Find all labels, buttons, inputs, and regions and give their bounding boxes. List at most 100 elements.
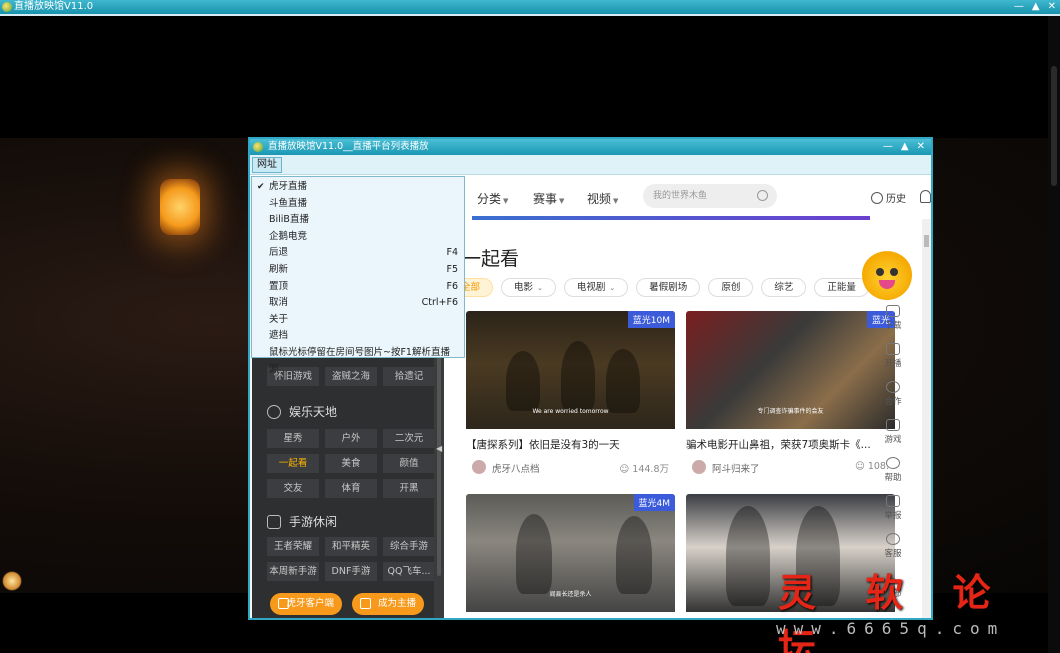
filter-chip[interactable]: 原创 <box>708 278 754 297</box>
sidebar-item[interactable]: 拾遗记 <box>383 367 435 386</box>
menu-item-huya[interactable]: ✔ 虎牙直播 <box>252 179 464 196</box>
menu-item-refresh[interactable]: 刷新 F5 <box>252 262 464 279</box>
page-title: 一起看 <box>462 248 520 270</box>
author-name[interactable]: 阿斗归来了 <box>712 461 760 475</box>
video-thumbnail[interactable]: 专门调查诈骗事件的会友 蓝光 <box>686 311 895 429</box>
sidebar-item[interactable]: 颜值 <box>383 454 435 473</box>
user-icon[interactable] <box>920 190 931 203</box>
video-meta: 虎牙八点档 144.8万 <box>466 458 675 476</box>
sidebar-item[interactable]: DNF手游 <box>325 562 377 581</box>
nav-events[interactable]: 赛事 ▼ <box>533 190 564 207</box>
menu-item-pin-top[interactable]: 置顶 F6 <box>252 279 464 296</box>
sidebar-item[interactable]: 本周新手游 <box>267 562 319 581</box>
video-subtitle: 专门调查诈骗事件的会友 <box>757 408 824 415</box>
lantern-light <box>160 179 200 235</box>
inner-scrollbar[interactable] <box>922 219 931 618</box>
inner-window-title: 直播放映馆V11.0__直播平台列表播放 <box>268 141 429 152</box>
rail-start-stream[interactable]: 开播 <box>877 343 909 369</box>
rail-cooperation[interactable]: 合作 <box>877 381 909 407</box>
filter-chip[interactable]: 电影 ⌄ <box>501 278 556 297</box>
sidebar-item[interactable]: 交友 <box>267 479 319 498</box>
menu-item-label: 置顶 <box>269 280 289 292</box>
menu-url[interactable]: 网址 <box>252 157 282 173</box>
minimize-button[interactable]: — <box>1014 0 1024 14</box>
section-title: 手游休闲 <box>289 515 338 529</box>
sidebar-item-active[interactable]: 一起看 <box>267 454 319 473</box>
chevron-down-icon: ⌄ <box>537 284 543 292</box>
menu-item-douyu[interactable]: 斗鱼直播 <box>252 196 464 213</box>
maximize-button[interactable]: ▲ <box>1032 0 1040 14</box>
nav-video[interactable]: 视频 ▼ <box>587 190 618 207</box>
close-button[interactable]: ✕ <box>1048 0 1056 14</box>
url-dropdown-menu: ✔ 虎牙直播 斗鱼直播 BiliB直播 企鹅电竞 后退 F4 刷新 F5 置顶 F6 取… <box>251 176 465 375</box>
inner-minimize-button[interactable]: — <box>883 139 893 155</box>
filter-chip[interactable]: 电视剧 ⌄ <box>563 278 629 297</box>
chevron-down-icon: ▼ <box>613 197 619 205</box>
menu-item-cancel[interactable]: 取消 Ctrl+F6 <box>252 295 464 312</box>
menu-item-mask[interactable]: 遮挡 <box>252 328 464 345</box>
video-title[interactable]: 【唐探系列】依旧是没有3的一天 <box>466 437 675 452</box>
outer-scroll-thumb[interactable] <box>1051 66 1057 186</box>
history-button[interactable]: 历史 <box>871 190 906 205</box>
become-streamer-button[interactable]: 成为主播 <box>352 593 424 615</box>
menu-item-about[interactable]: 关于 <box>252 312 464 329</box>
video-card[interactable]: We are worried tomorrow 蓝光10M 【唐探系列】依旧是没… <box>466 311 675 476</box>
sidebar-bottom-buttons: 虎牙客户端 成为主播 <box>270 593 424 615</box>
client-download-button[interactable]: 虎牙客户端 <box>270 593 342 615</box>
mascot-eye <box>876 268 884 276</box>
sidebar-item[interactable]: 王者荣耀 <box>267 537 319 556</box>
menu-item-back[interactable]: 后退 F4 <box>252 245 464 262</box>
menu-item-label: 斗鱼直播 <box>269 197 308 209</box>
sidebar-item[interactable]: 美食 <box>325 454 377 473</box>
search-icon[interactable] <box>757 190 768 201</box>
avatar[interactable] <box>692 460 706 474</box>
author-name[interactable]: 虎牙八点档 <box>492 461 540 475</box>
download-icon <box>278 598 289 609</box>
video-card[interactable]: 专门调查诈骗事件的会友 蓝光 骗术电影开山鼻祖，荣获7项奥斯卡《... 阿斗归来… <box>686 311 895 476</box>
video-meta: 阿斗归来了 108. <box>686 458 895 476</box>
sidebar-item[interactable]: 综合手游 <box>383 537 435 556</box>
video-title[interactable]: 骗术电影开山鼻祖，荣获7项奥斯卡《... <box>686 437 895 452</box>
menu-item-penguin[interactable]: 企鹅电竞 <box>252 229 464 246</box>
entertainment-grid: 星秀 户外 二次元 一起看 美食 颜值 交友 体育 开黑 <box>267 429 435 498</box>
rail-label: 开播 <box>884 359 902 369</box>
sidebar-item[interactable]: 开黑 <box>383 479 435 498</box>
rail-help[interactable]: 帮助 <box>877 457 909 483</box>
filter-chip[interactable]: 暑假剧场 <box>636 278 701 297</box>
mascot-icon[interactable] <box>862 250 912 300</box>
sidebar-item[interactable]: QQ飞车... <box>383 562 435 581</box>
rail-report[interactable]: 举报 <box>877 495 909 521</box>
rail-games[interactable]: 游戏 <box>877 419 909 445</box>
menu-bar: 网址 <box>250 155 931 175</box>
chip-label: 电视剧 <box>576 282 606 293</box>
inner-close-button[interactable]: ✕ <box>917 139 925 155</box>
inner-scroll-thumb[interactable] <box>924 235 929 247</box>
sidebar-item[interactable]: 盗贼之海 <box>325 367 377 386</box>
banner-strip[interactable] <box>472 216 870 220</box>
outer-scrollbar[interactable] <box>1048 16 1060 653</box>
inner-title-bar: 直播放映馆V11.0__直播平台列表播放 — ▲ ✕ <box>250 139 931 155</box>
street-light <box>2 571 22 591</box>
filter-chip[interactable]: 综艺 <box>761 278 807 297</box>
menu-item-label: 取消 <box>269 297 289 309</box>
sidebar-item[interactable]: 星秀 <box>267 429 319 448</box>
nav-category[interactable]: 分类 ▼ <box>477 190 508 207</box>
video-thumbnail[interactable]: We are worried tomorrow 蓝光10M <box>466 311 675 429</box>
sidebar-item[interactable]: 和平精英 <box>325 537 377 556</box>
inner-maximize-button[interactable]: ▲ <box>901 139 909 155</box>
menu-item-bilibili[interactable]: BiliB直播 <box>252 212 464 229</box>
chevron-left-icon[interactable]: ◀ <box>436 444 442 453</box>
filter-chip[interactable]: 正能量 <box>814 278 869 297</box>
rail-support[interactable]: 客服 <box>877 533 909 559</box>
outer-window-title: 直播放映馆V11.0 <box>14 1 94 12</box>
search-input[interactable]: 我的世界木鱼 <box>643 184 777 208</box>
avatar[interactable] <box>472 460 486 474</box>
sidebar-item[interactable]: 户外 <box>325 429 377 448</box>
filter-chips: 全部 电影 ⌄ 电视剧 ⌄ 暑假剧场 原创 综艺 正能量 <box>448 278 869 297</box>
video-card[interactable]: 阎县长还是杀人 蓝光4M <box>466 494 675 612</box>
video-thumbnail[interactable]: 阎县长还是杀人 蓝光4M <box>466 494 675 612</box>
sidebar-item[interactable]: 体育 <box>325 479 377 498</box>
rail-download[interactable]: 下载 <box>877 305 909 331</box>
sidebar-item[interactable]: 二次元 <box>383 429 435 448</box>
menu-item-parse-hint[interactable]: 鼠标光标停留在房间号图片~按F1解析直播源 <box>252 345 464 375</box>
